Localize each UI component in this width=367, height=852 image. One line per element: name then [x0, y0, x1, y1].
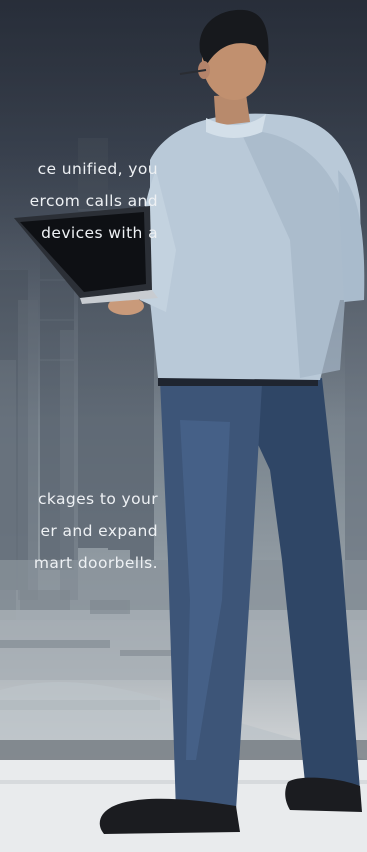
feature-text-line: mart doorbells.	[33, 554, 158, 572]
feature-text-line: ce unified, you	[37, 160, 158, 178]
feature-text-top: ce unified, you ercom calls and devices …	[0, 156, 158, 252]
feature-text-line: devices with a	[41, 224, 158, 242]
feature-text-bottom: ckages to your er and expand mart doorbe…	[0, 486, 158, 582]
feature-text-line: ercom calls and	[29, 192, 158, 210]
city-skyline-image	[0, 138, 367, 852]
feature-text-line: er and expand	[40, 522, 158, 540]
hero-scene: ce unified, you ercom calls and devices …	[0, 0, 367, 852]
man-with-laptop-image	[14, 9, 365, 834]
feature-text-line: ckages to your	[37, 490, 158, 508]
